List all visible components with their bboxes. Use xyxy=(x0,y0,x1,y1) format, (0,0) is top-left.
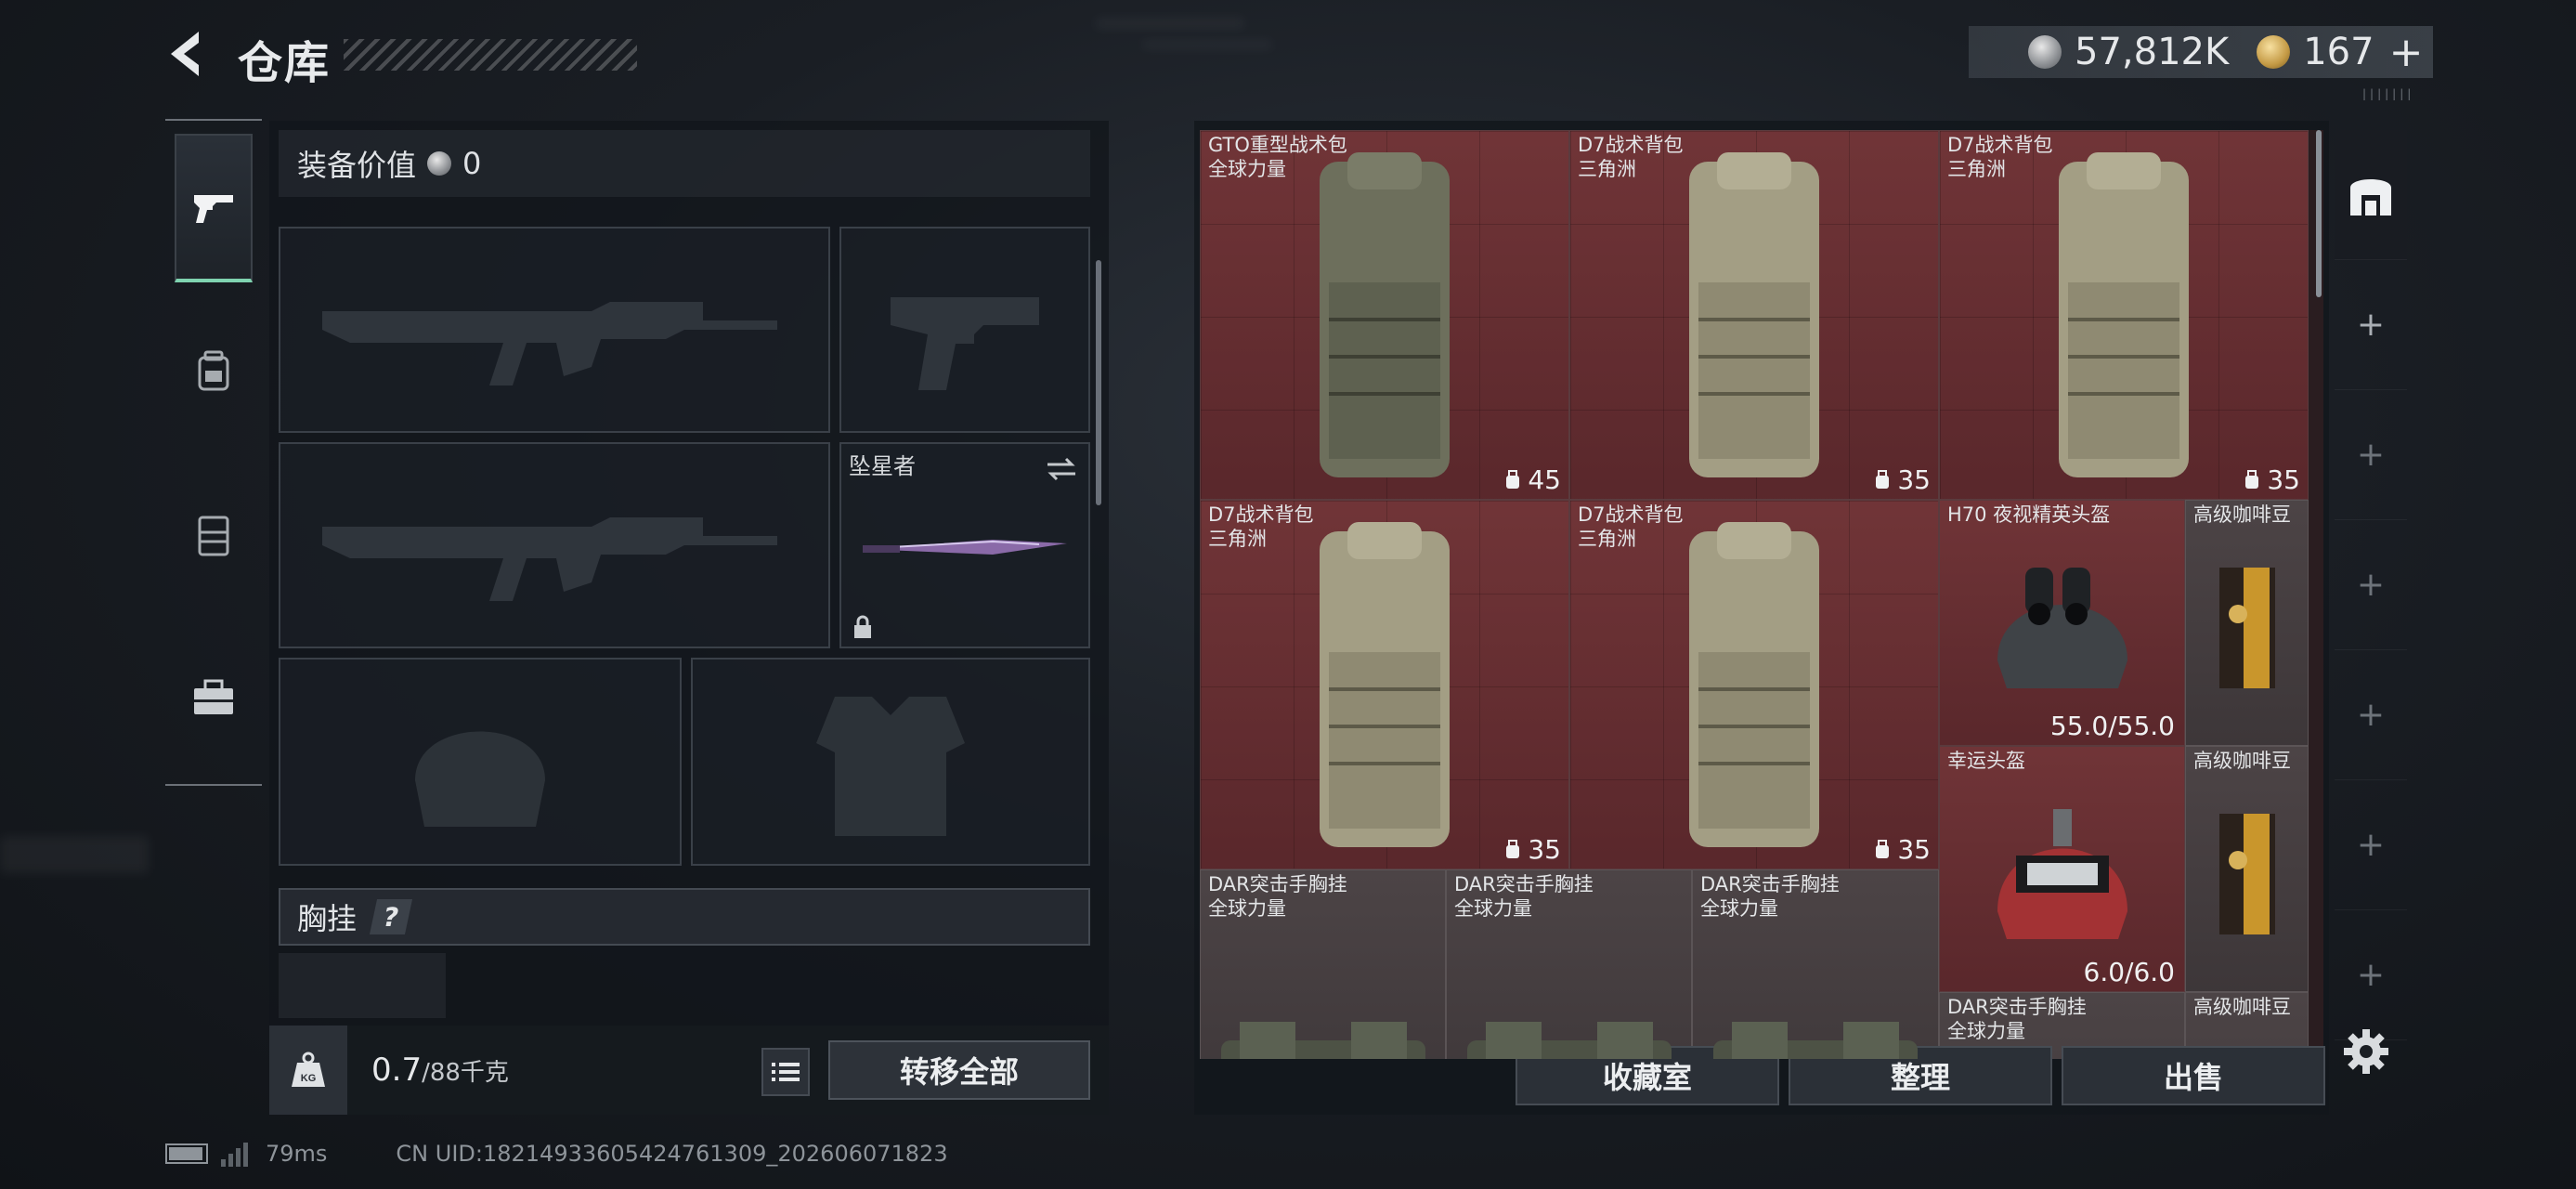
title-decoration xyxy=(344,39,637,71)
signal-icon xyxy=(221,1141,253,1167)
weight-icon: KG xyxy=(269,1026,347,1115)
gold-coin-icon xyxy=(2257,35,2291,69)
stash-scrollbar[interactable] xyxy=(2316,130,2322,297)
coffee-bag-icon xyxy=(2186,501,2308,745)
capacity-icon xyxy=(1506,839,1520,858)
backpack-icon xyxy=(198,350,229,391)
add-stash-tab[interactable]: + xyxy=(2335,520,2407,650)
equipment-value: 0 xyxy=(462,146,482,181)
stash-item-coffee[interactable]: 高级咖啡豆 xyxy=(2185,500,2309,746)
stash-item-lucky-helmet[interactable]: 幸运头盔 6.0/6.0 xyxy=(1939,746,2185,992)
capacity-icon xyxy=(1876,469,1890,489)
stash-item-coffee[interactable]: 高级咖啡豆 xyxy=(2185,746,2309,992)
stash-page-tabs: + + + + + + xyxy=(2335,130,2407,1059)
ping: 79ms xyxy=(266,1141,328,1167)
melee-slot[interactable]: 坠星者 xyxy=(839,442,1090,648)
stash-item-d7-backpack[interactable]: D7战术背包 三角洲 35 xyxy=(1939,130,2309,500)
stash-item-gto-backpack[interactable]: GTO重型战术包 全球力量 45 xyxy=(1200,130,1569,500)
weight-max: /88千克 xyxy=(422,1058,509,1087)
armor-silhouette-icon xyxy=(693,660,1088,864)
equipment-value-row: 装备价值 0 xyxy=(279,130,1090,197)
equipment-scrollbar[interactable] xyxy=(1096,260,1101,505)
decoration-ticks: ||||||| xyxy=(2362,87,2415,100)
silver-coin-icon xyxy=(427,151,452,176)
stash-item-nv-helmet[interactable]: H70 夜视精英头盔 55.0/55.0 xyxy=(1939,500,2185,746)
weight-current: 0.7 xyxy=(371,1052,423,1089)
stash-item-d7-backpack[interactable]: D7战术背包 三角洲 35 xyxy=(1200,500,1569,869)
currency-bar: 57,812K 167 + xyxy=(1969,26,2433,78)
backpack-icon xyxy=(1201,501,1568,869)
svg-text:KG: KG xyxy=(301,1073,317,1084)
stash-item-dar-rig[interactable]: DAR突击手胸挂 全球力量 xyxy=(1200,869,1446,1059)
stash-item-dar-rig[interactable]: DAR突击手胸挂 全球力量 xyxy=(1446,869,1692,1059)
add-stash-tab[interactable]: + xyxy=(2335,650,2407,780)
tab-weapons[interactable] xyxy=(175,134,253,282)
capacity-icon xyxy=(1876,839,1890,858)
backpack-icon xyxy=(1570,501,1938,869)
tab-backpack[interactable] xyxy=(175,297,253,446)
pistol-icon xyxy=(194,195,233,223)
rifle-silhouette-icon xyxy=(280,444,828,647)
toolbox-icon xyxy=(194,679,233,714)
helmet-icon xyxy=(1940,747,2184,991)
equipment-value-label: 装备价值 xyxy=(297,148,417,183)
transfer-all-button[interactable]: 转移全部 xyxy=(828,1040,1090,1100)
chest-rig-header: 胸挂 ? xyxy=(279,888,1090,946)
status-bar: 79ms CN UID:18214933605424761309_2026060… xyxy=(165,1137,948,1170)
stash-home-icon xyxy=(2350,178,2391,216)
gold-amount: 167 xyxy=(2303,31,2374,73)
back-arrow-icon[interactable] xyxy=(158,26,214,82)
stash-grid: GTO重型战术包 全球力量 45 D7战术背包 三角洲 35 D7战术背包 三角… xyxy=(1200,130,2323,1059)
primary-weapon-slot[interactable] xyxy=(279,227,830,433)
armor-slot[interactable] xyxy=(691,658,1090,866)
stash-home-tab[interactable] xyxy=(2335,130,2407,260)
secondary-weapon-slot[interactable] xyxy=(279,442,830,648)
chest-rig-slot[interactable] xyxy=(279,953,446,1018)
backpack-icon xyxy=(1940,131,2308,499)
page-title: 仓库 xyxy=(238,37,332,89)
user-uid: CN UID:18214933605424761309_202606071823 xyxy=(396,1141,948,1167)
chest-rig-label: 胸挂 xyxy=(297,901,358,936)
list-view-button[interactable] xyxy=(761,1048,810,1096)
lock-icon xyxy=(854,615,871,638)
sell-button[interactable]: 出售 xyxy=(2062,1046,2325,1105)
add-currency-button[interactable]: + xyxy=(2389,29,2424,76)
helmet-icon xyxy=(1940,501,2184,745)
stash-item-dar-rig[interactable]: DAR突击手胸挂 全球力量 xyxy=(1692,869,1939,1059)
add-stash-tab[interactable]: + xyxy=(2335,910,2407,1040)
capacity-icon xyxy=(1506,469,1520,489)
knife-icon xyxy=(841,444,1088,647)
help-button[interactable]: ? xyxy=(369,899,413,934)
rifle-silhouette-icon xyxy=(280,229,828,431)
helmet-silhouette-icon xyxy=(280,660,680,864)
stash-item-d7-backpack[interactable]: D7战术背包 三角洲 35 xyxy=(1569,130,1939,500)
top-bar: 仓库 57,812K 167 + xyxy=(158,20,2433,89)
tab-toolbox[interactable] xyxy=(175,624,253,773)
add-stash-tab[interactable]: + xyxy=(2335,260,2407,390)
vest-icon xyxy=(198,516,229,556)
silver-amount: 57,812K xyxy=(2075,31,2230,73)
coffee-bag-icon xyxy=(2186,747,2308,991)
backpack-icon xyxy=(1570,131,1938,499)
battery-icon xyxy=(165,1143,208,1164)
capacity-icon xyxy=(2245,469,2259,489)
list-icon xyxy=(772,1063,800,1081)
helmet-slot[interactable] xyxy=(279,658,682,866)
tab-rig[interactable] xyxy=(175,461,253,609)
equipment-panel: 装备价值 0 坠星者 胸挂 ? KG 0.7 /88千克 转移全部 xyxy=(269,121,1109,1115)
weight-bar: KG 0.7 /88千克 转移全部 xyxy=(269,1026,1109,1115)
gear-icon[interactable] xyxy=(2340,1026,2392,1078)
stash-panel: GTO重型战术包 全球力量 45 D7战术背包 三角洲 35 D7战术背包 三角… xyxy=(1194,121,2329,1115)
add-stash-tab[interactable]: + xyxy=(2335,390,2407,520)
pistol-slot[interactable] xyxy=(839,227,1090,433)
stash-item-d7-backpack[interactable]: D7战术背包 三角洲 35 xyxy=(1569,500,1939,869)
category-tabs xyxy=(165,119,262,786)
add-stash-tab[interactable]: + xyxy=(2335,780,2407,910)
pistol-silhouette-icon xyxy=(841,229,1088,431)
silver-coin-icon xyxy=(2028,35,2062,69)
backpack-icon xyxy=(1201,131,1568,499)
